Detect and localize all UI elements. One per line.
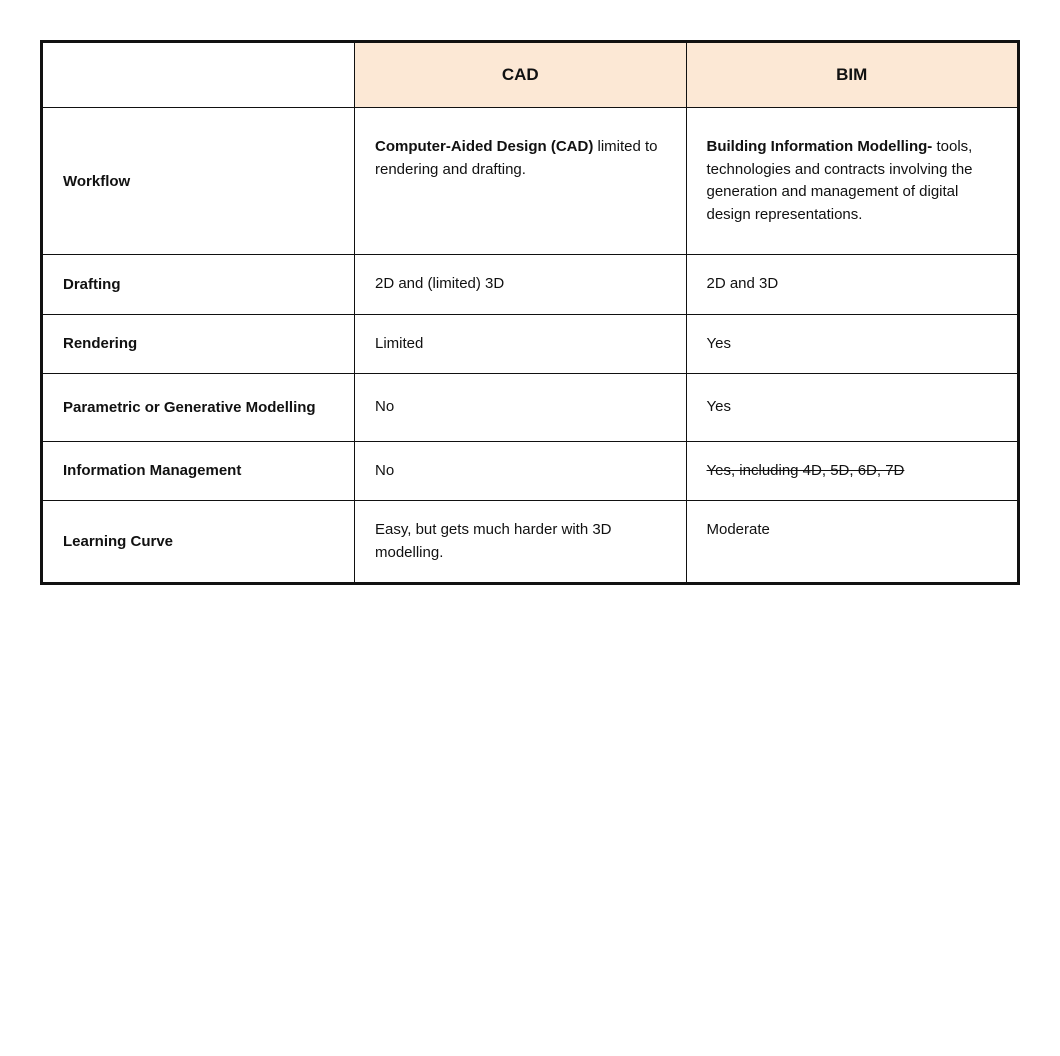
table-header-row: CAD BIM [43, 43, 1018, 108]
row-label-learning: Learning Curve [43, 501, 355, 583]
row-label-workflow: Workflow [43, 108, 355, 255]
comparison-table: CAD BIM Workflow Computer-Aided Design (… [40, 40, 1020, 585]
row-cad-parametric: No [355, 374, 687, 442]
row-cad-rendering: Limited [355, 314, 687, 374]
row-label-parametric: Parametric or Generative Modelling [43, 374, 355, 442]
header-empty [43, 43, 355, 108]
bim-strikethrough-text: Yes, including 4D, 5D, 6D, 7D [707, 462, 905, 479]
row-label-rendering: Rendering [43, 314, 355, 374]
row-bim-drafting: 2D and 3D [686, 255, 1018, 315]
row-bim-rendering: Yes [686, 314, 1018, 374]
row-bim-information: Yes, including 4D, 5D, 6D, 7D [686, 441, 1018, 501]
table-row: Workflow Computer-Aided Design (CAD) lim… [43, 108, 1018, 255]
row-cad-workflow: Computer-Aided Design (CAD) limited to r… [355, 108, 687, 255]
row-bim-learning: Moderate [686, 501, 1018, 583]
row-bim-parametric: Yes [686, 374, 1018, 442]
header-cad: CAD [355, 43, 687, 108]
row-bim-workflow: Building Information Modelling- tools, t… [686, 108, 1018, 255]
row-cad-information: No [355, 441, 687, 501]
table-row: Rendering Limited Yes [43, 314, 1018, 374]
row-cad-learning: Easy, but gets much harder with 3D model… [355, 501, 687, 583]
row-label-drafting: Drafting [43, 255, 355, 315]
table-row: Drafting 2D and (limited) 3D 2D and 3D [43, 255, 1018, 315]
row-label-information: Information Management [43, 441, 355, 501]
row-cad-drafting: 2D and (limited) 3D [355, 255, 687, 315]
bim-bold-term: Building Information Modelling- [707, 138, 933, 155]
cad-bold-term: Computer-Aided Design (CAD) [375, 138, 593, 155]
table-row: Parametric or Generative Modelling No Ye… [43, 374, 1018, 442]
table-row: Information Management No Yes, including… [43, 441, 1018, 501]
table-row: Learning Curve Easy, but gets much harde… [43, 501, 1018, 583]
header-bim: BIM [686, 43, 1018, 108]
